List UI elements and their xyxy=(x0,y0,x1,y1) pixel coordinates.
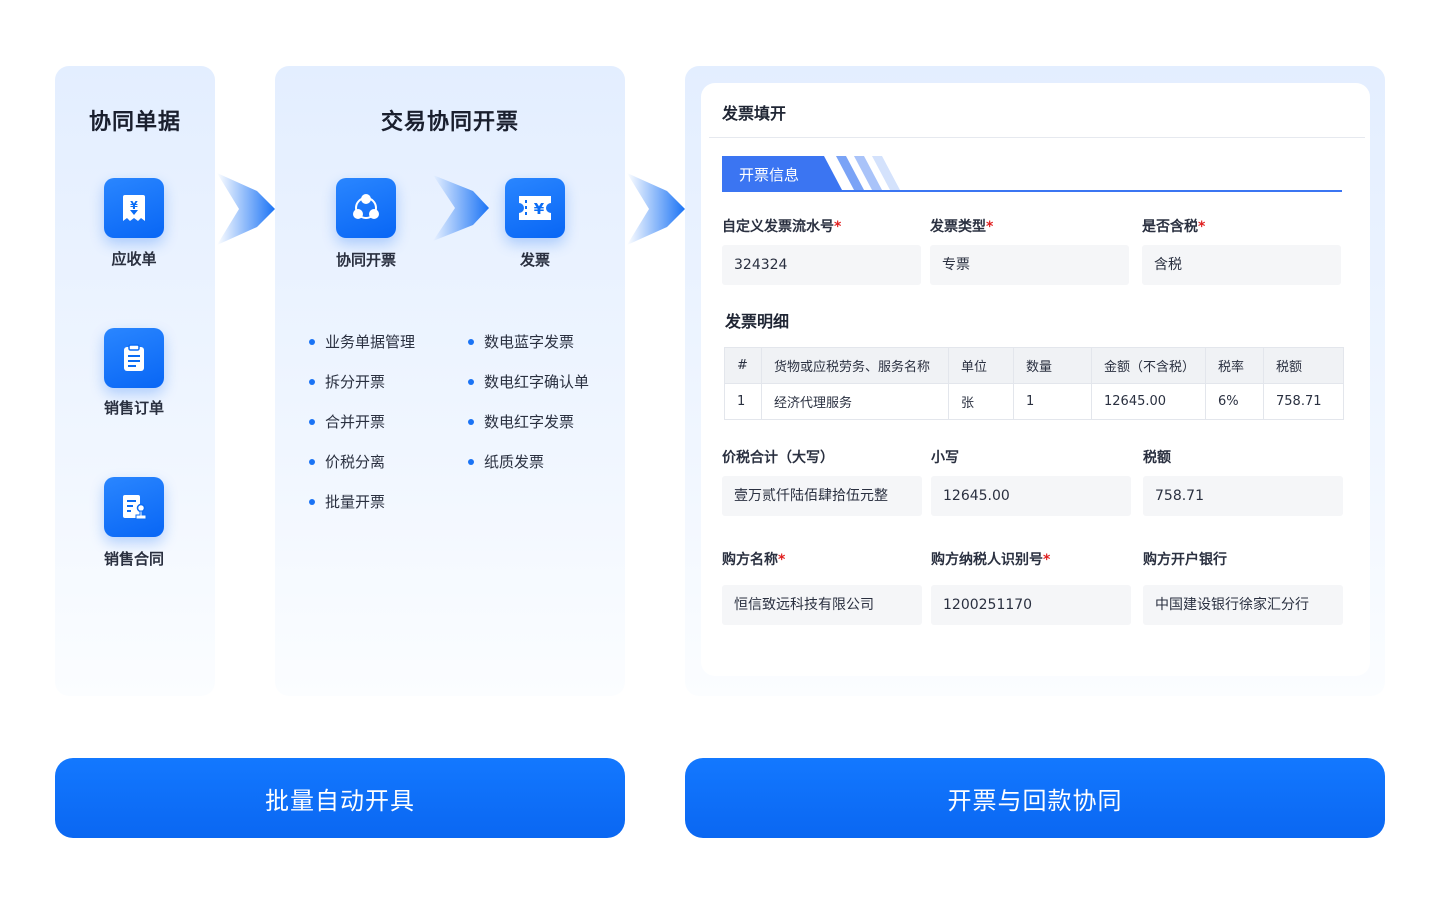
invoice-type-label: 发票类型* xyxy=(930,219,994,235)
table-header: # xyxy=(724,347,762,384)
tax-amount-label: 税额 xyxy=(1143,450,1171,466)
section-title: 开票信息 xyxy=(739,166,800,184)
buyer-tax-id-label: 购方纳税人识别号* xyxy=(931,552,1051,568)
invoice-icon[interactable]: ¥ xyxy=(505,178,565,238)
panel-title: 协同单据 xyxy=(88,110,181,135)
flow-arrow-icon xyxy=(627,173,685,245)
buyer-name-label: 购方名称* xyxy=(722,552,786,568)
list-item: 数电蓝字发票 xyxy=(468,332,589,372)
list-item: 批量开票 xyxy=(309,492,415,532)
list-item: 纸质发票 xyxy=(468,452,589,492)
svg-text:¥: ¥ xyxy=(534,200,545,218)
table-cell: 张 xyxy=(948,383,1014,420)
invoice-detail-table: # 货物或应税劳务、服务名称 单位 数量 金额（不含税） 税率 税额 1 经济代… xyxy=(724,347,1344,420)
table-header: 税额 xyxy=(1263,347,1344,384)
invoice-label: 发票 xyxy=(519,251,550,269)
form-title: 发票填开 xyxy=(722,104,787,123)
total-lowercase-label: 小写 xyxy=(931,450,959,466)
document-types-panel: 协同单据 ¥ 应收单 销售订单 销售合同 xyxy=(55,66,215,696)
table-header: 税率 xyxy=(1205,347,1264,384)
collaboration-icon[interactable] xyxy=(336,178,396,238)
invoice-collab-panel: 交易协同开票 协同开票 ¥ 发票 业务单据管理 拆分开票 合并开票 价税分离 批… xyxy=(275,66,625,696)
batch-auto-issue-button[interactable]: 批量自动开具 xyxy=(55,758,625,838)
table-cell: 12645.00 xyxy=(1091,383,1206,420)
table-cell: 6% xyxy=(1205,383,1264,420)
table-header: 数量 xyxy=(1013,347,1092,384)
total-uppercase-field[interactable]: 壹万贰仟陆佰肆拾伍元整 xyxy=(722,476,922,516)
buyer-tax-id-field[interactable]: 1200251170 xyxy=(931,585,1131,625)
invoice-form-card: 发票填开 开票信息 自定义发票流水号* 324324 发票类型* 专票 是否含税… xyxy=(701,83,1370,676)
panel-title: 交易协同开票 xyxy=(380,110,519,135)
divider xyxy=(709,137,1365,138)
tax-inclusive-label: 是否含税* xyxy=(1142,219,1206,235)
table-cell: 758.71 xyxy=(1263,383,1344,420)
invoice-type-field[interactable]: 专票 xyxy=(930,245,1129,285)
table-row[interactable]: 1 经济代理服务 张 1 12645.00 6% 758.71 xyxy=(724,383,1344,420)
contract-icon[interactable] xyxy=(104,477,164,537)
buyer-name-field[interactable]: 恒信致远科技有限公司 xyxy=(722,585,922,625)
total-lowercase-field[interactable]: 12645.00 xyxy=(931,476,1131,516)
list-item: 业务单据管理 xyxy=(309,332,415,372)
tax-inclusive-field[interactable]: 含税 xyxy=(1142,245,1341,285)
list-item: 价税分离 xyxy=(309,452,415,492)
total-uppercase-label: 价税合计（大写） xyxy=(722,450,834,466)
flow-arrow-icon xyxy=(217,173,275,245)
table-header: 货物或应税劳务、服务名称 xyxy=(761,347,949,384)
feature-list-left: 业务单据管理 拆分开票 合并开票 价税分离 批量开票 xyxy=(309,332,415,532)
flow-arrow-icon xyxy=(433,175,489,241)
list-item: 数电红字发票 xyxy=(468,412,589,452)
collab-invoicing-label: 协同开票 xyxy=(335,251,396,269)
stripe-decoration-icon xyxy=(816,156,900,190)
table-header: 单位 xyxy=(948,347,1014,384)
table-header-row: # 货物或应税劳务、服务名称 单位 数量 金额（不含税） 税率 税额 xyxy=(724,347,1344,384)
table-cell: 经济代理服务 xyxy=(761,383,949,420)
feature-list-right: 数电蓝字发票 数电红字确认单 数电红字发票 纸质发票 xyxy=(468,332,589,492)
list-item: 数电红字确认单 xyxy=(468,372,589,412)
detail-heading: 发票明细 xyxy=(725,312,790,331)
serial-number-label: 自定义发票流水号* xyxy=(722,219,842,235)
sales-order-label: 销售订单 xyxy=(103,399,164,417)
invoice-payment-collab-button[interactable]: 开票与回款协同 xyxy=(685,758,1385,838)
sales-contract-label: 销售合同 xyxy=(103,550,164,568)
serial-number-field[interactable]: 324324 xyxy=(722,245,921,285)
table-cell: 1 xyxy=(1013,383,1092,420)
buyer-bank-field[interactable]: 中国建设银行徐家汇分行 xyxy=(1143,585,1343,625)
receivable-icon[interactable]: ¥ xyxy=(104,178,164,238)
receivable-label: 应收单 xyxy=(111,250,157,268)
list-item: 拆分开票 xyxy=(309,372,415,412)
table-header: 金额（不含税） xyxy=(1091,347,1206,384)
buyer-bank-label: 购方开户银行 xyxy=(1143,552,1227,568)
clipboard-icon[interactable] xyxy=(104,328,164,388)
tax-amount-field[interactable]: 758.71 xyxy=(1143,476,1343,516)
table-cell: 1 xyxy=(724,383,762,420)
section-tab: 开票信息 xyxy=(722,156,1342,192)
list-item: 合并开票 xyxy=(309,412,415,452)
